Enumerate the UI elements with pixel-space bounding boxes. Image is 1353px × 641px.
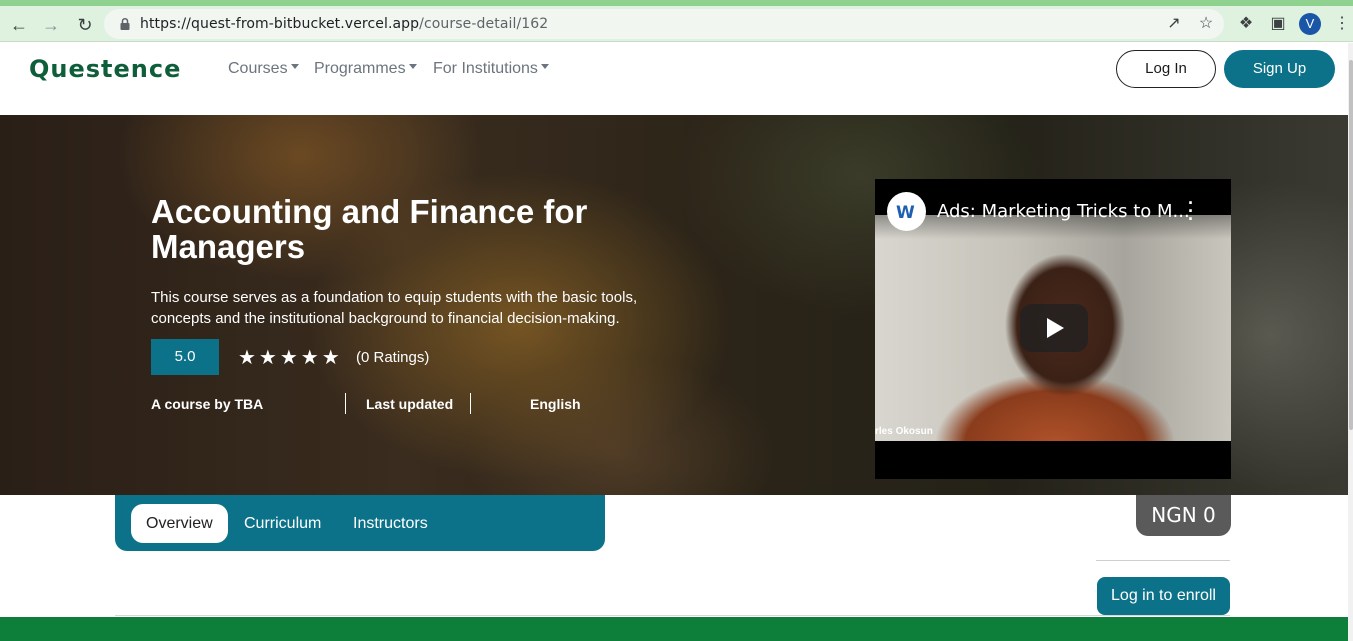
site-header: Questence Courses Programmes For Institu… [0,43,1348,115]
course-description: This course serves as a foundation to eq… [151,289,638,327]
login-button[interactable]: Log In [1116,50,1216,88]
divider [1096,560,1230,561]
extensions-icon[interactable]: ❖ [1236,14,1256,34]
url-path: /course-detail/162 [419,16,549,32]
nav-for-institutions[interactable]: For Institutions [433,60,549,78]
chevron-down-icon [408,64,417,70]
course-language: English [530,396,581,412]
tab-overview[interactable]: Overview [131,504,228,543]
section-divider [115,615,1230,616]
play-button[interactable] [1020,304,1088,352]
chevron-down-icon [540,64,549,70]
share-icon[interactable]: ↗ [1164,14,1184,34]
chevron-down-icon [290,64,299,70]
scrollbar-thumb[interactable] [1349,60,1353,430]
price-badge: NGN 0 [1136,495,1231,536]
forward-icon[interactable]: → [40,14,62,36]
nav-courses[interactable]: Courses [228,60,299,78]
footer-band [0,617,1348,641]
course-author: A course by TBA [151,396,264,412]
channel-logo[interactable]: W [887,192,926,231]
signup-button[interactable]: Sign Up [1224,50,1335,88]
video-caption: rles Okosun [875,426,933,437]
course-tabs: Overview Curriculum Instructors [115,495,605,551]
back-icon[interactable]: ← [8,14,30,36]
star-bookmark-icon[interactable]: ☆ [1196,14,1216,34]
star-rating-icons: ★★★★★ [238,347,343,369]
nav-institutions-label: For Institutions [433,60,538,77]
nav-courses-label: Courses [228,60,288,77]
nav-programmes[interactable]: Programmes [314,60,417,78]
enroll-button[interactable]: Log in to enroll [1097,577,1230,615]
url-text[interactable]: https://quest-from-bitbucket.vercel.app/… [140,16,548,32]
last-updated: Last updated [366,396,454,412]
video-player[interactable]: W Ads: Marketing Tricks to M... · · · rles… [875,179,1231,479]
meta-divider [470,393,471,414]
site-logo[interactable]: Questence [29,55,181,83]
course-title: Accounting and Finance for Managers [151,193,588,265]
tab-instructors[interactable]: Instructors [338,504,443,543]
meta-divider [345,393,346,414]
menu-kebab-icon[interactable]: ⋮ [1332,14,1352,34]
rating-score-badge: 5.0 [151,339,219,375]
channel-w-logo-icon: W [896,203,915,223]
nav-programmes-label: Programmes [314,60,406,77]
video-title[interactable]: Ads: Marketing Tricks to M... [937,201,1190,222]
lock-icon [120,17,130,30]
more-options-icon[interactable]: · · · [1188,194,1194,228]
browser-toolbar: ← → ↻ https://quest-from-bitbucket.verce… [0,6,1353,42]
play-icon [1047,318,1064,338]
url-host: https://quest-from-bitbucket.vercel.app [140,16,420,32]
ratings-count: (0 Ratings) [356,349,430,366]
tab-curriculum[interactable]: Curriculum [229,504,336,543]
side-panel-icon[interactable]: ▣ [1268,14,1288,34]
profile-avatar[interactable]: V [1299,13,1321,35]
reload-icon[interactable]: ↻ [74,14,96,36]
